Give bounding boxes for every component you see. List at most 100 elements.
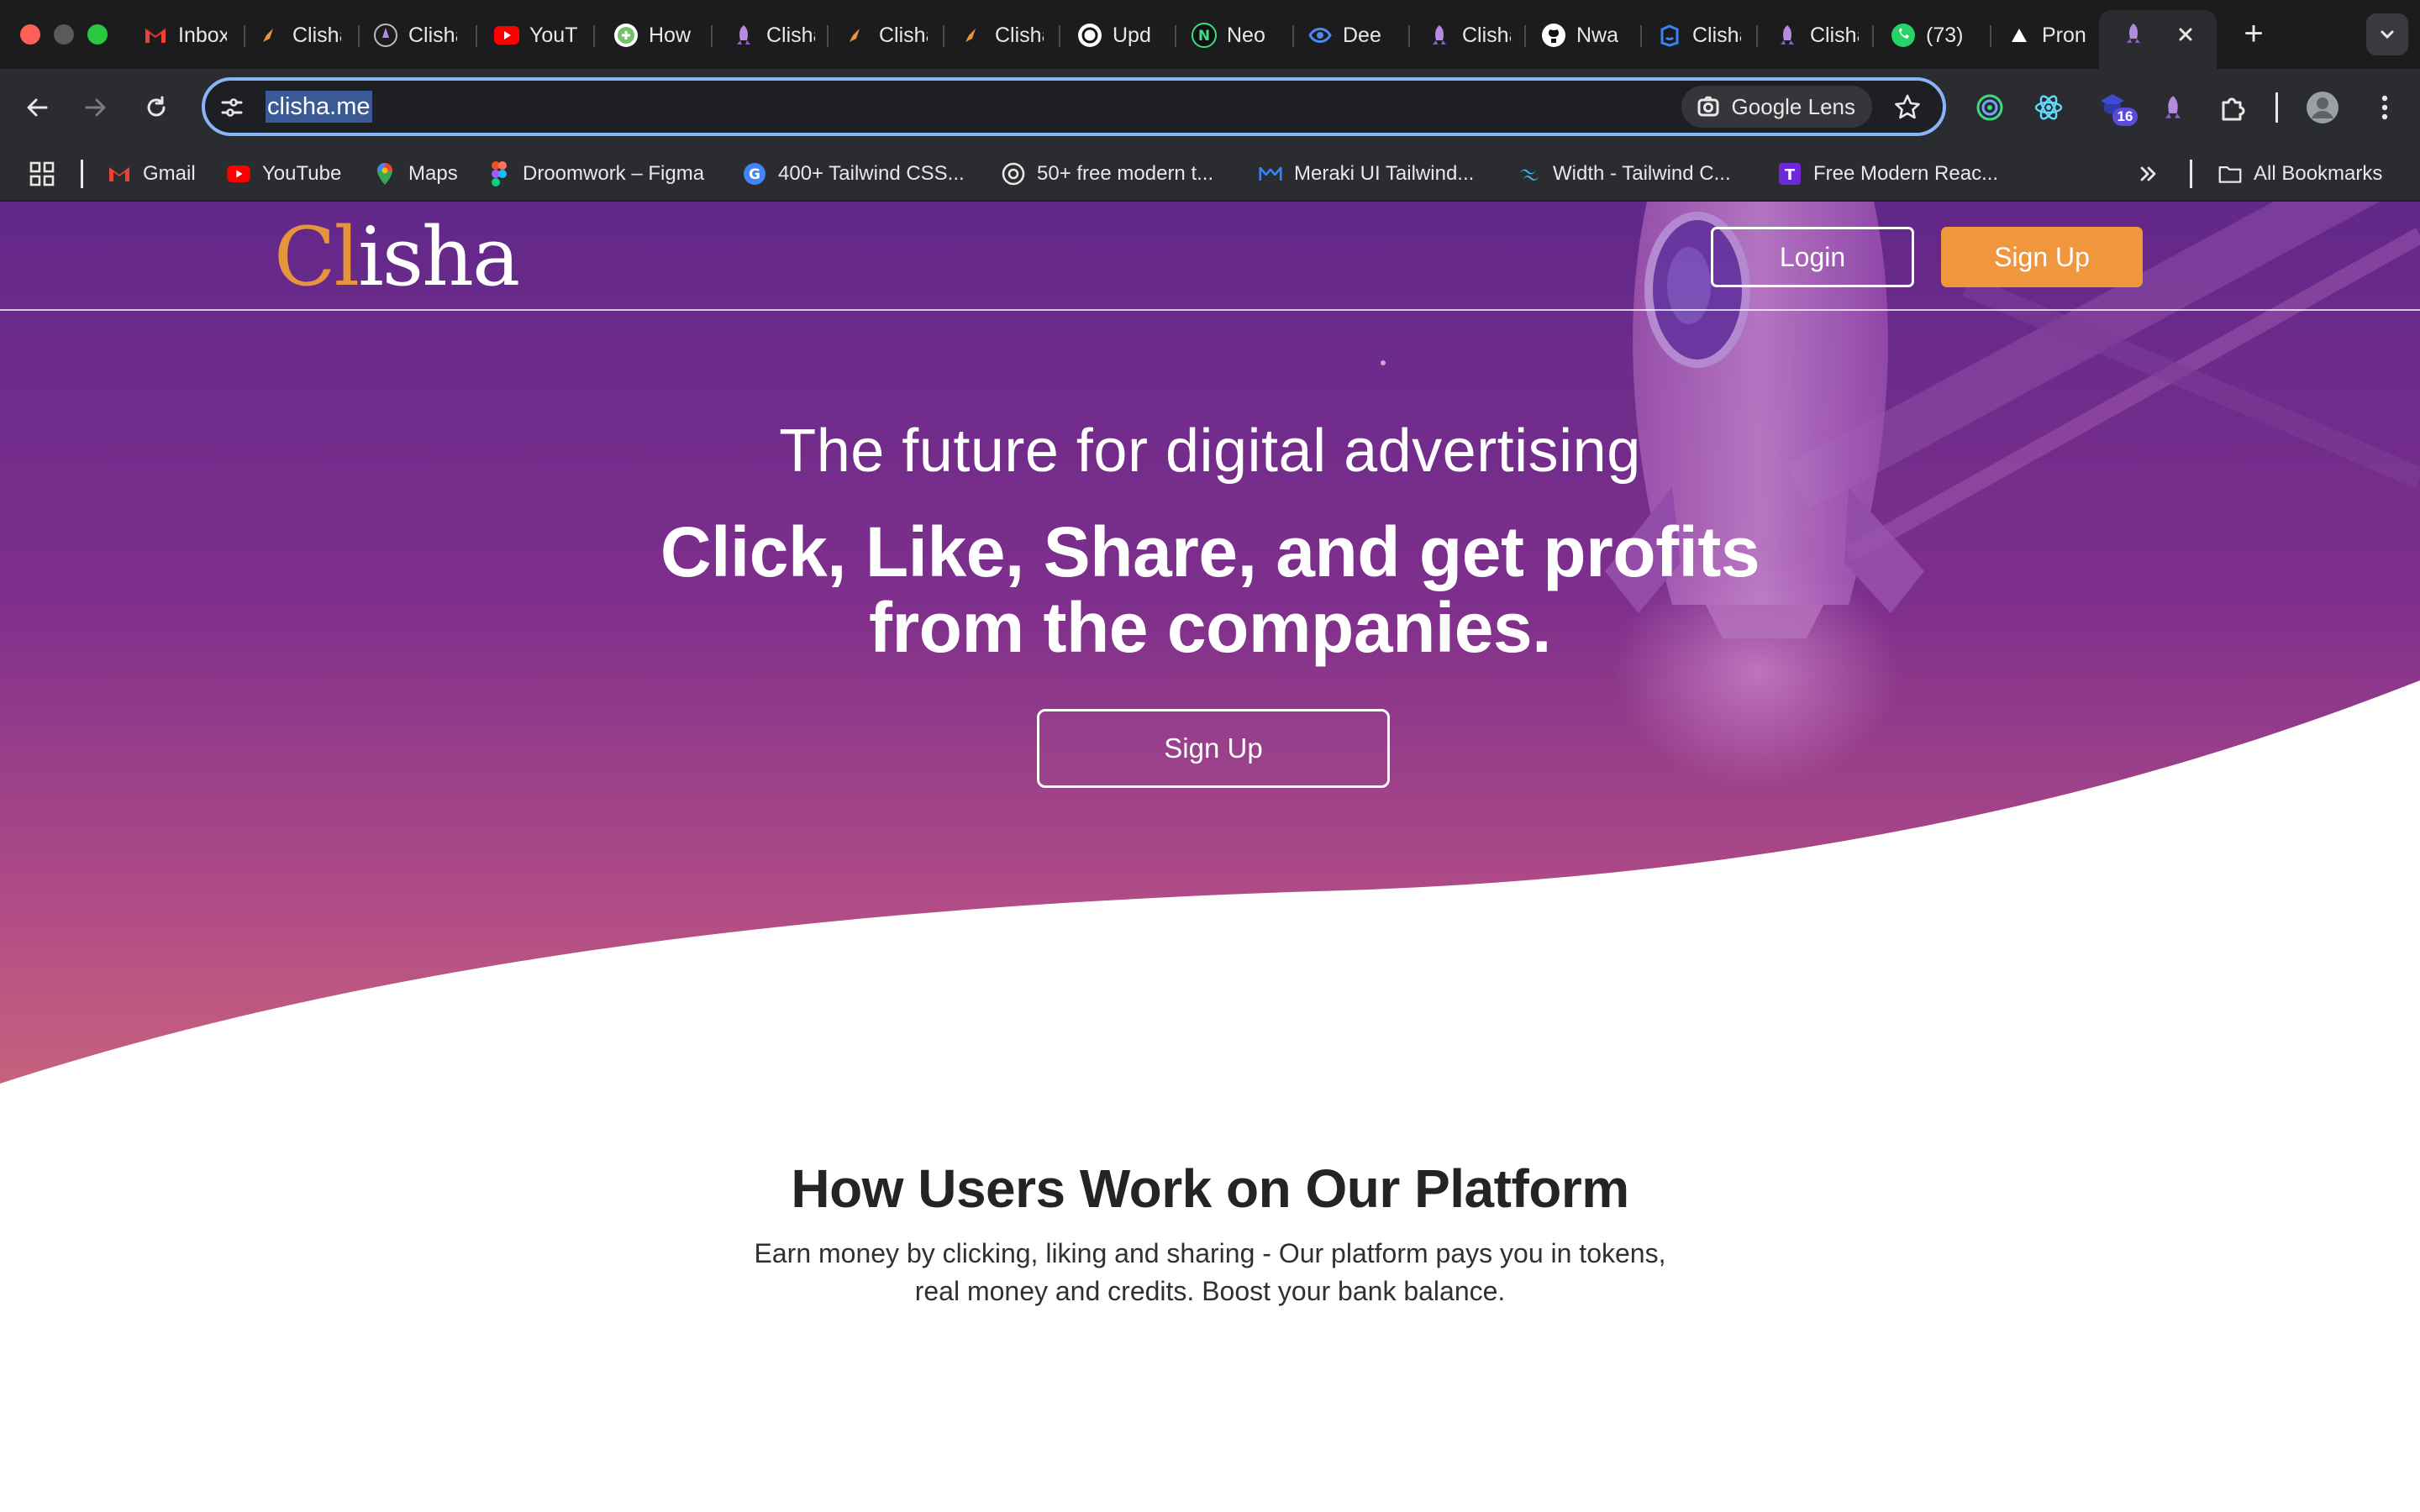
bookmark-label: Droomwork – Figma [523,162,705,185]
t-icon: T [1778,162,1802,186]
azure-icon [1657,23,1682,48]
tab-inbox[interactable]: Inbox [143,13,227,57]
bookmark-meraki[interactable]: Meraki UI Tailwind... [1259,158,1474,190]
toolbar-divider [2275,92,2278,123]
extension-badge-button[interactable]: 16 [2096,87,2138,128]
new-tab-button[interactable]: + [2235,15,2272,52]
rocket-icon [2124,22,2146,49]
clisha-logo[interactable]: Clisha [274,215,520,299]
login-button[interactable]: Login [1711,227,1914,287]
google-icon: G [743,162,766,186]
address-bar[interactable]: clisha.me Google Lens [202,77,1946,136]
bookmark-star-button[interactable] [1889,88,1926,125]
bookmark-label: 50+ free modern t... [1037,162,1214,185]
extensions-menu-button[interactable] [2213,87,2254,128]
neo-icon: N [1192,23,1217,48]
tab-github[interactable]: Nwa [1541,13,1625,57]
tab-separator [358,25,360,47]
extension-target-button[interactable] [1970,87,2010,128]
tab-clisha[interactable]: Clisha [731,13,815,57]
tab-deepl[interactable]: Dee [1307,13,1392,57]
tab-search-button[interactable] [2366,13,2408,55]
hero-signup-button[interactable]: Sign Up [1037,709,1390,788]
tab-whatsapp[interactable]: (73) [1891,13,1978,57]
profile-button[interactable] [2302,87,2343,128]
web-page: Clisha Login Sign Up The future for digi… [0,202,2420,1512]
hero-title-line-1: Click, Like, Share, and get profits [660,512,1760,591]
logo-text-white: isha [358,210,520,304]
bookmark-free-modern[interactable]: 50+ free modern t... [1002,158,1213,190]
bookmark-tailwind-width[interactable]: Width - Tailwind C... [1518,158,1731,190]
tab-clisha[interactable]: Clisha [257,13,341,57]
reload-icon [147,96,166,117]
tab-clisha[interactable]: Clisha [960,13,1044,57]
gmail-icon [143,23,168,48]
bookmark-youtube[interactable]: YouTube [227,158,341,190]
tab-clisha[interactable]: Clisha [844,13,928,57]
tab-youtube[interactable]: YouTube [494,13,578,57]
bookmark-label: 400+ Tailwind CSS... [778,162,965,185]
tab-pron[interactable]: Pron [2007,13,2091,57]
extension-badge-count: 16 [2112,108,2138,126]
apps-grid-icon [29,161,55,186]
extension-react-button[interactable] [2028,87,2069,128]
close-tab-icon[interactable] [2173,22,2198,47]
chevron-down-icon [2381,30,2394,39]
folder-icon [2218,162,2242,186]
rocket-icon [1775,23,1800,48]
tab-separator [1059,25,1060,47]
target-icon [1976,94,2003,121]
tab-neo[interactable]: N Neo [1192,13,1276,57]
tab-clisha[interactable]: Clisha [373,13,457,57]
bookmark-maps[interactable]: Maps [373,158,458,190]
tab-clisha[interactable]: Clisha [1427,13,1511,57]
signup-button[interactable]: Sign Up [1941,227,2143,287]
avatar [2307,92,2338,123]
tab-openai[interactable]: Upd [1077,13,1161,57]
tab-separator [1640,25,1642,47]
bookmark-label: Width - Tailwind C... [1553,162,1731,185]
bookmark-free-modern-react[interactable]: T Free Modern Reac... [1778,158,1998,190]
all-bookmarks-button[interactable]: All Bookmarks [2218,158,2382,190]
hero-subtitle: The future for digital advertising [779,417,1641,485]
browser-menu-button[interactable] [2365,87,2405,128]
bookmark-figma[interactable]: Droomwork – Figma [487,158,704,190]
apps-button[interactable] [29,158,55,190]
forward-button[interactable] [76,87,116,128]
bookmarks-divider [81,160,83,188]
tab-separator [943,25,944,47]
reload-button[interactable] [136,87,176,128]
tab-clisha[interactable]: Clisha [1775,13,1859,57]
clisha-icon [373,23,398,48]
tab-how[interactable]: How [613,13,697,57]
tab-separator [244,25,245,47]
tab-separator [476,25,477,47]
site-info-icon[interactable] [217,92,247,123]
minimize-window-button[interactable] [54,24,74,45]
fullscreen-window-button[interactable] [87,24,108,45]
tab-active[interactable] [2099,10,2217,69]
google-lens-label: Google Lens [1731,93,1855,119]
bookmark-gmail[interactable]: Gmail [108,158,196,190]
tailwind-icon [1518,162,1541,186]
tab-separator [1408,25,1410,47]
svg-text:T: T [1785,166,1796,184]
bookmarks-bar: Gmail YouTube Maps Droomwork – Figma G 4… [0,146,2420,202]
section-title: How Users Work on Our Platform [791,1158,1629,1219]
whatsapp-icon [1891,23,1916,48]
extension-clisha-button[interactable] [2153,87,2193,128]
url-text[interactable]: clisha.me [266,91,372,123]
tab-clisha[interactable]: Clisha [1657,13,1741,57]
close-window-button[interactable] [20,24,40,45]
hero-title: Click, Like, Share, and get profits from… [639,514,1781,665]
tab-strip: Inbox Clisha Clisha YouTube How Clisha C… [0,0,2420,69]
bookmark-tailwind-css[interactable]: G 400+ Tailwind CSS... [743,158,965,190]
more-bookmarks-button[interactable] [2138,158,2160,190]
meraki-icon [1259,162,1282,186]
maps-icon [373,162,397,186]
tab-separator [1756,25,1758,47]
google-lens-button[interactable]: Google Lens [1681,86,1872,128]
back-button[interactable] [17,87,57,128]
gmail-icon [108,162,131,186]
extensions-icon [2222,97,2245,121]
